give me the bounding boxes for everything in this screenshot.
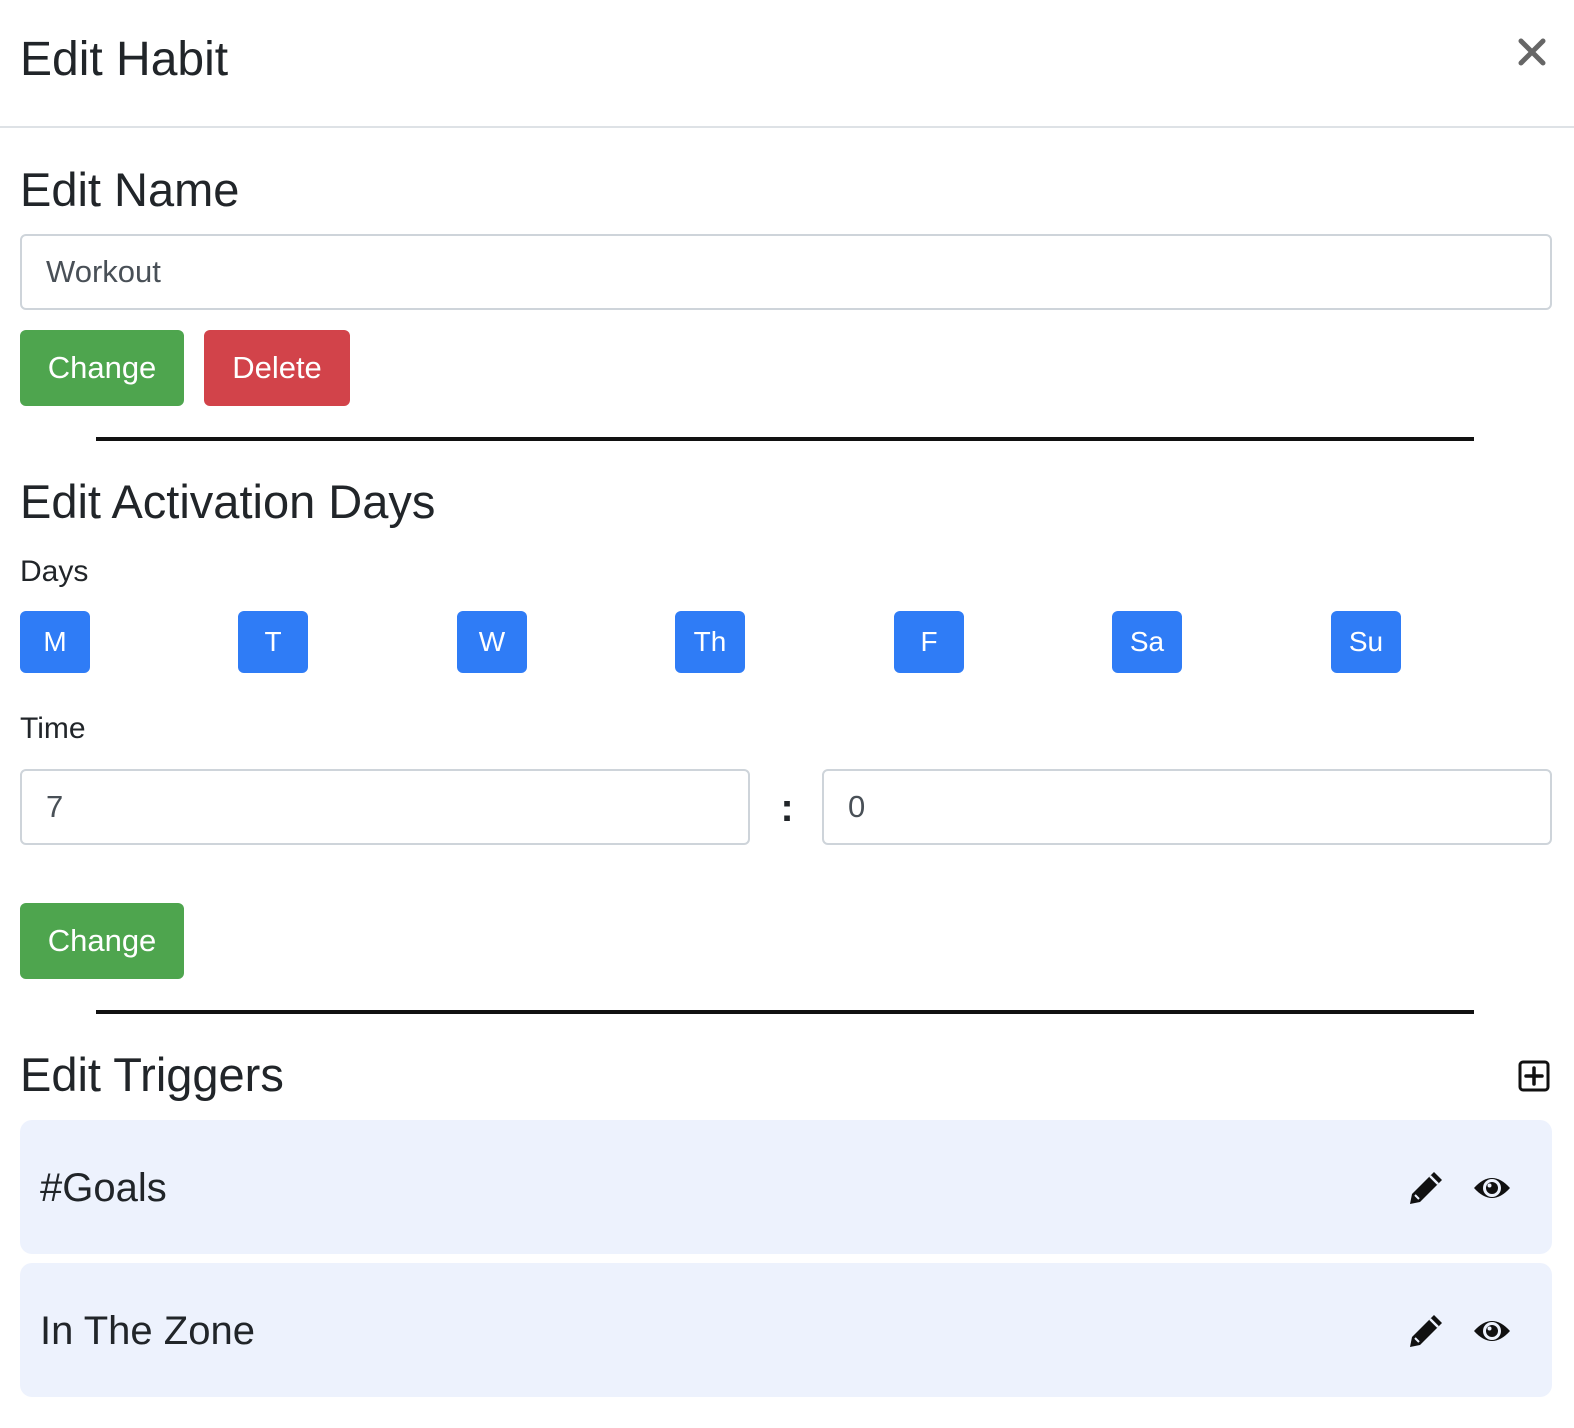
modal-title: Edit Habit [20, 33, 229, 86]
time-label: Time [20, 712, 86, 745]
habit-name-input[interactable] [20, 234, 1552, 310]
edit-trigger-button[interactable] [1406, 1168, 1446, 1208]
pencil-icon [1410, 1172, 1442, 1204]
day-button-tuesday[interactable]: T [238, 611, 308, 673]
trigger-item: #Goals [20, 1120, 1552, 1254]
edit-triggers-title: Edit Triggers [20, 1048, 284, 1101]
edit-trigger-button[interactable] [1406, 1311, 1446, 1351]
section-divider [96, 1010, 1474, 1014]
day-button-sunday[interactable]: Su [1331, 611, 1401, 673]
eye-icon [1474, 1321, 1510, 1341]
trigger-name: #Goals [40, 1166, 167, 1210]
view-trigger-button[interactable] [1472, 1170, 1512, 1206]
day-button-friday[interactable]: F [894, 611, 964, 673]
add-trigger-button[interactable] [1518, 1060, 1550, 1092]
section-divider [96, 437, 1474, 441]
edit-name-title: Edit Name [20, 163, 240, 216]
day-button-wednesday[interactable]: W [457, 611, 527, 673]
change-time-button[interactable]: Change [20, 903, 184, 979]
days-label: Days [20, 555, 89, 588]
day-button-monday[interactable]: M [20, 611, 90, 673]
delete-habit-button[interactable]: Delete [204, 330, 350, 406]
time-separator: : [780, 786, 794, 830]
modal-header: Edit Habit [0, 0, 1574, 128]
eye-icon [1474, 1178, 1510, 1198]
close-icon [1518, 38, 1546, 66]
day-button-thursday[interactable]: Th [675, 611, 745, 673]
hour-input[interactable] [20, 769, 750, 845]
change-name-button[interactable]: Change [20, 330, 184, 406]
view-trigger-button[interactable] [1472, 1313, 1512, 1349]
edit-habit-modal: Edit Habit Edit Name Change Delete Edit … [0, 0, 1574, 1428]
trigger-item: In The Zone [20, 1263, 1552, 1397]
plus-square-icon [1518, 1060, 1550, 1092]
pencil-icon [1410, 1315, 1442, 1347]
edit-activation-days-title: Edit Activation Days [20, 475, 436, 528]
trigger-name: In The Zone [40, 1309, 255, 1353]
day-button-saturday[interactable]: Sa [1112, 611, 1182, 673]
close-button[interactable] [1508, 28, 1556, 76]
minute-input[interactable] [822, 769, 1552, 845]
